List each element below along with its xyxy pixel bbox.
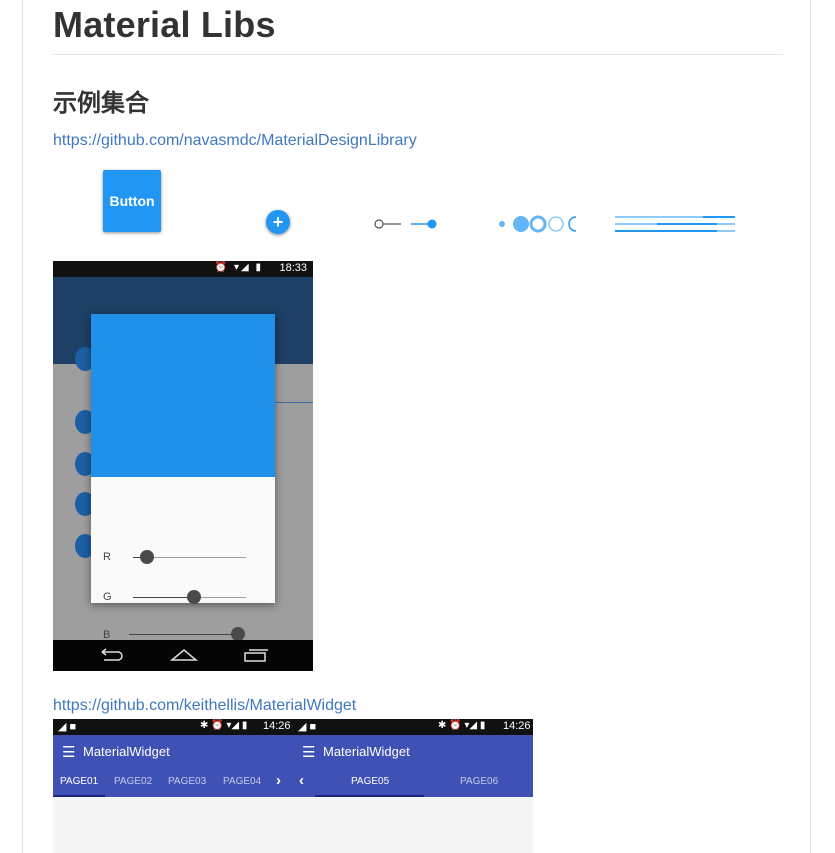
progress-circles-icon	[499, 215, 577, 233]
tab-indicator	[315, 795, 424, 797]
tab-page02[interactable]: PAGE02	[114, 776, 152, 787]
home-icon[interactable]	[170, 648, 198, 662]
tab-page04[interactable]: PAGE04	[223, 776, 261, 787]
slider-thumb-r[interactable]	[140, 550, 154, 564]
status-time: 18:33	[279, 262, 307, 274]
slider-label-r: R	[103, 551, 111, 563]
status-time-right: 14:26	[503, 720, 531, 732]
menu-icon[interactable]: ☰	[62, 743, 75, 761]
back-icon[interactable]	[98, 648, 124, 662]
color-picker-dialog: R G B	[91, 314, 275, 641]
link-material-design-library[interactable]: https://github.com/navasmdc/MaterialDesi…	[53, 132, 417, 150]
toolbar-title-left: MaterialWidget	[83, 744, 170, 759]
phone-screenshot-color-picker: ⏰ ▾◢ ▮ 18:33 R G B	[53, 261, 313, 671]
slider-thumb-b[interactable]	[231, 627, 245, 641]
status-icons: ✱ ⏰ ▾◢ ▮	[200, 720, 248, 731]
slider-thumb-g[interactable]	[187, 590, 201, 604]
demo-fab-plus-icon: +	[266, 210, 290, 234]
tab-page06[interactable]: PAGE06	[460, 776, 498, 787]
slider-label-g: G	[103, 591, 112, 603]
chevron-left-icon[interactable]: ‹	[299, 772, 304, 789]
chevron-right-icon[interactable]: ›	[276, 772, 281, 789]
link-material-widget[interactable]: https://github.com/keithellis/MaterialWi…	[53, 697, 356, 715]
title-divider	[53, 54, 783, 55]
phone-screenshot-material-widget: ◢ ■ ✱ ⏰ ▾◢ ▮ 14:26 ◢ ■ ✱ ⏰ ▾◢ ▮ 14:26 ☰ …	[53, 719, 533, 853]
tab-page01[interactable]: PAGE01	[60, 776, 98, 787]
tab-indicator	[53, 795, 105, 797]
progress-bars-icon	[615, 216, 735, 232]
switch-demo-icon	[374, 219, 437, 229]
navigation-bar	[53, 640, 313, 671]
status-icons: ✱ ⏰ ▾◢ ▮	[438, 720, 486, 731]
send-icon: ◢ ■	[298, 721, 317, 733]
color-preview	[91, 314, 275, 477]
status-icons: ⏰ ▾◢ ▮	[214, 262, 263, 273]
tab-page05[interactable]: PAGE05	[351, 776, 389, 787]
send-icon: ◢ ■	[58, 721, 77, 733]
slider-fill-b	[129, 634, 237, 635]
recents-icon[interactable]	[243, 648, 269, 662]
app-toolbar: ☰ MaterialWidget ☰ MaterialWidget PAGE01…	[53, 735, 533, 797]
status-bar: ◢ ■ ✱ ⏰ ▾◢ ▮ 14:26 ◢ ■ ✱ ⏰ ▾◢ ▮ 14:26	[53, 719, 533, 735]
status-time-left: 14:26	[263, 720, 291, 732]
page-container: Material Libs 示例集合 https://github.com/na…	[22, 0, 811, 853]
page-title: Material Libs	[53, 4, 276, 45]
menu-icon[interactable]: ☰	[302, 743, 315, 761]
toolbar-title-right: MaterialWidget	[323, 744, 410, 759]
section-title: 示例集合	[53, 90, 149, 117]
slider-fill-g	[133, 597, 194, 598]
tab-page03[interactable]: PAGE03	[168, 776, 206, 787]
status-bar: ⏰ ▾◢ ▮ 18:33	[53, 261, 313, 277]
demo-button: Button	[103, 170, 161, 232]
